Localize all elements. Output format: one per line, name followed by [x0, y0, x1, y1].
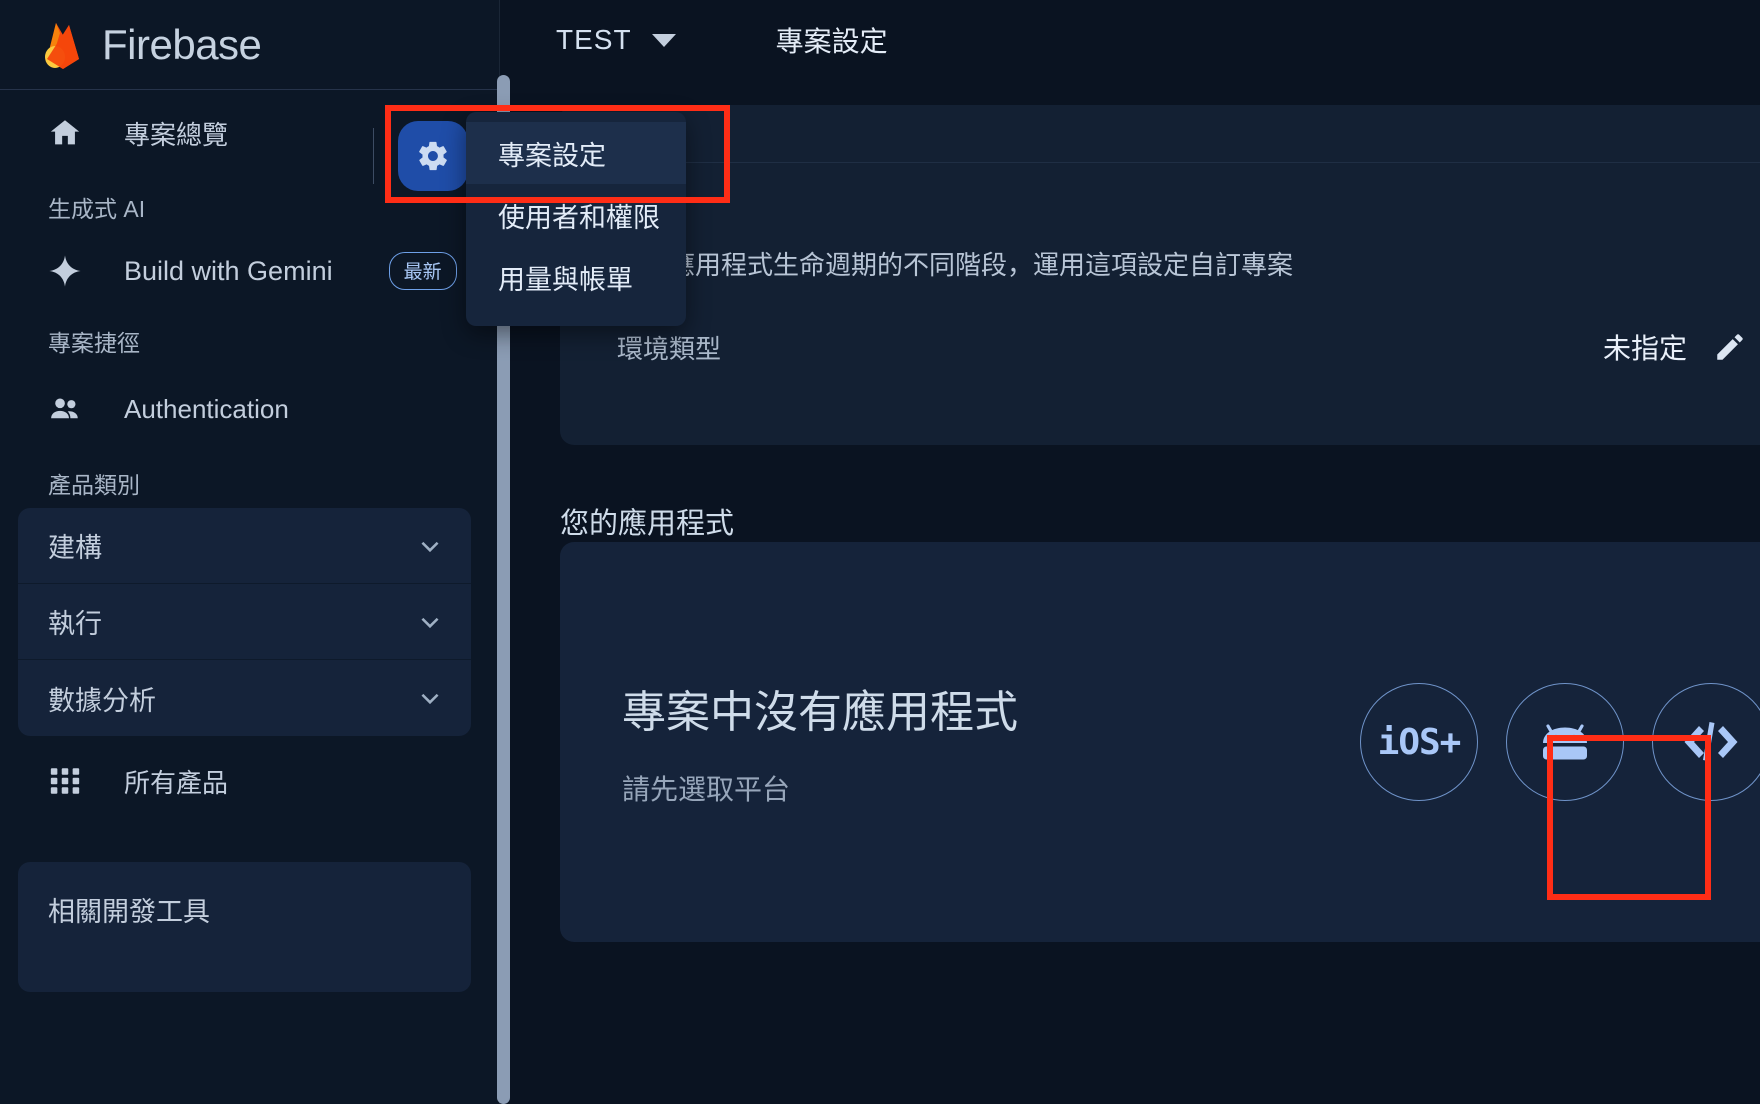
ios-platform-button[interactable]: iOS+: [1360, 683, 1478, 801]
dev-tools-label: 相關開發工具: [48, 897, 210, 927]
project-selector[interactable]: TEST: [556, 24, 676, 56]
sidebar-item-label: Build with Gemini: [124, 255, 333, 286]
menu-item-users-permissions[interactable]: 使用者和權限: [466, 184, 686, 246]
accordion-label: 建構: [48, 533, 102, 563]
sidebar-item-label: 所有產品: [124, 767, 229, 798]
people-icon: [51, 398, 78, 419]
sidebar-item-build-with-gemini[interactable]: Build with Gemini 最新: [0, 232, 499, 310]
accordion-label: 數據分析: [48, 685, 156, 716]
chevron-down-icon: [421, 617, 439, 628]
code-brackets-icon: [1684, 722, 1738, 761]
apps-section-title: 您的應用程式: [560, 508, 735, 540]
settings-description: 按照應用程式生命週期的不同階段，運用這項設定自訂專案: [617, 250, 1294, 280]
sidebar-dev-tools-panel[interactable]: 相關開發工具: [18, 862, 471, 992]
sidebar-accordion-group: 建構 執行 數據分析: [18, 508, 471, 736]
sidebar-accordion-build[interactable]: 建構: [18, 508, 471, 584]
menu-item-usage-billing[interactable]: 用量與帳單: [466, 246, 686, 308]
brand-logo[interactable]: Firebase: [0, 0, 499, 90]
menu-item-label: 使用者和權限: [498, 202, 660, 233]
sidebar-item-authentication[interactable]: Authentication: [0, 366, 499, 452]
sidebar-section-genai: 生成式 AI: [48, 196, 146, 222]
sidebar-accordion-analytics[interactable]: 數據分析: [18, 660, 471, 736]
sidebar-section-shortcuts: 專案捷徑: [48, 330, 140, 356]
apple-ios-icon: iOS+: [1377, 721, 1462, 763]
grid-apps-icon: [50, 768, 80, 794]
android-robot-icon: [1543, 724, 1587, 760]
status-badge: 最新: [388, 252, 457, 290]
accordion-label: 執行: [48, 609, 102, 639]
sidebar-section-categories: 產品類別: [48, 472, 140, 498]
firebase-console-screen: Firebase 專案總覽 生成式 AI Build with Gemini 最…: [0, 0, 1760, 1104]
pencil-icon[interactable]: [1713, 330, 1747, 364]
sidebar-item-all-products[interactable]: 所有產品: [0, 736, 499, 826]
platform-buttons: iOS+: [1360, 683, 1760, 801]
card-divider: [560, 162, 1760, 163]
project-name: TEST: [556, 24, 632, 55]
environment-type-label: 環境類型: [617, 333, 722, 364]
breadcrumb: 專案設定: [775, 26, 888, 57]
project-settings-gear-button[interactable]: [398, 121, 468, 191]
gear-icon: [419, 141, 447, 171]
chevron-down-icon: [421, 693, 439, 705]
environment-type-row: 環境類型 未指定: [617, 327, 1747, 367]
android-platform-button[interactable]: [1506, 683, 1624, 801]
home-icon: [50, 120, 80, 145]
sidebar-gear-divider: [373, 128, 374, 184]
web-platform-button[interactable]: [1652, 683, 1760, 801]
apps-empty-subtitle: 請先選取平台: [622, 774, 791, 805]
project-settings-card: 按照應用程式生命週期的不同階段，運用這項設定自訂專案 環境類型 未指定: [560, 105, 1760, 445]
topbar: TEST 專案設定: [501, 0, 1760, 80]
sidebar-item-label: Authentication: [124, 393, 289, 424]
apps-empty-heading: 專案中沒有應用程式: [622, 688, 1018, 737]
sidebar-item-label: 專案總覽: [124, 119, 229, 150]
environment-type-value: 未指定: [1602, 333, 1687, 364]
firebase-flame-icon: [42, 19, 84, 71]
menu-item-label: 用量與帳單: [498, 264, 633, 295]
menu-item-project-settings[interactable]: 專案設定: [466, 122, 686, 184]
project-settings-dropdown-menu: 專案設定 使用者和權限 用量與帳單: [466, 112, 686, 326]
menu-item-label: 專案設定: [498, 140, 606, 171]
brand-name: Firebase: [102, 21, 262, 68]
apps-empty-card: 專案中沒有應用程式 請先選取平台 iOS+: [560, 542, 1760, 942]
sidebar-accordion-run[interactable]: 執行: [18, 584, 471, 660]
chevron-down-icon: [421, 541, 439, 552]
main-content: 按照應用程式生命週期的不同階段，運用這項設定自訂專案 環境類型 未指定 您的應用…: [517, 80, 1760, 1104]
chevron-down-icon: [651, 33, 676, 47]
sparkle-icon: [49, 255, 81, 287]
apps-empty-copy: 專案中沒有應用程式 請先選取平台: [622, 676, 1360, 808]
